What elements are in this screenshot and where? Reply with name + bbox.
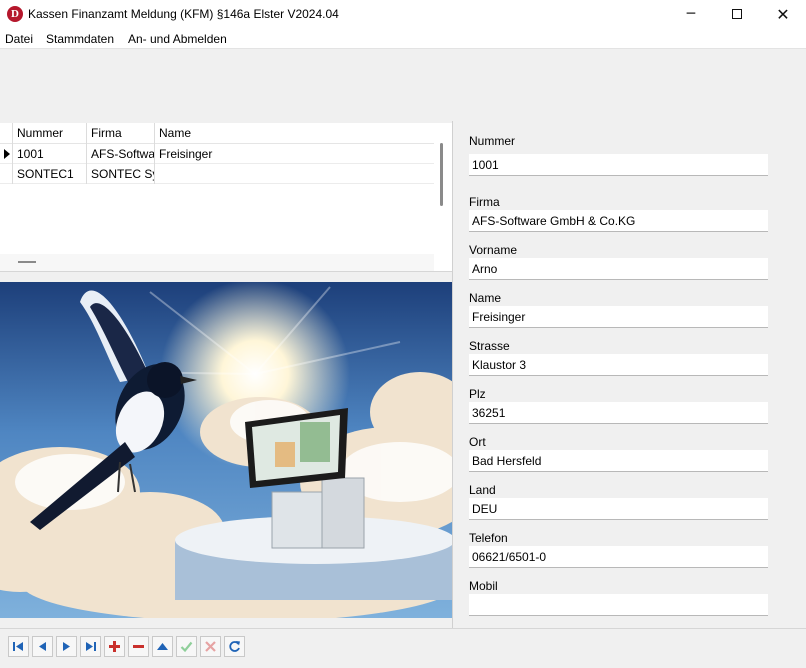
grid-vertical-scrollbar[interactable] <box>440 143 443 206</box>
row-indicator-cell <box>0 164 12 184</box>
window-title: Kassen Finanzamt Meldung (KFM) §146a Els… <box>28 7 339 21</box>
title-bar: D Kassen Finanzamt Meldung (KFM) §146a E… <box>0 0 806 28</box>
grid-header: Nummer Firma Name <box>0 123 434 144</box>
minimize-icon: ─ <box>686 6 696 22</box>
minimize-button[interactable]: ─ <box>668 0 714 28</box>
plz-field[interactable] <box>469 402 768 424</box>
row-indicator-cell <box>0 144 12 164</box>
customer-grid[interactable]: Nummer Firma Name 1001 AFS-Software GmbH… <box>0 123 452 271</box>
firma-field[interactable] <box>469 210 768 232</box>
magpie-pos-illustration <box>0 282 452 618</box>
prior-record-button[interactable] <box>32 636 53 657</box>
cell-nummer[interactable]: 1001 <box>12 144 86 164</box>
cell-name[interactable]: Freisinger <box>154 144 434 164</box>
label-mobil: Mobil <box>469 579 498 593</box>
post-record-button[interactable] <box>176 636 197 657</box>
grid-bottom-area <box>0 254 434 271</box>
next-record-button[interactable] <box>56 636 77 657</box>
column-header-nummer[interactable]: Nummer <box>12 123 86 144</box>
panel-splitter[interactable] <box>0 271 452 282</box>
label-nummer: Nummer <box>469 134 516 148</box>
last-record-icon <box>86 642 96 651</box>
ort-field[interactable] <box>469 450 768 472</box>
label-name: Name <box>469 291 502 305</box>
nummer-field[interactable] <box>469 154 768 176</box>
refresh-button[interactable] <box>224 636 245 657</box>
vorname-field[interactable] <box>469 258 768 280</box>
table-row[interactable]: SONTEC1 SONTEC Systems <box>0 164 434 184</box>
label-ort: Ort <box>469 435 486 449</box>
first-record-icon <box>13 642 23 651</box>
column-header-name[interactable]: Name <box>154 123 434 144</box>
cell-firma[interactable]: SONTEC Systems <box>86 164 154 184</box>
first-record-button[interactable] <box>8 636 29 657</box>
menu-an-und-abmelden[interactable]: An- und Abmelden <box>128 32 227 46</box>
illustration-image <box>0 282 452 618</box>
cancel-edit-button[interactable] <box>200 636 221 657</box>
label-firma: Firma <box>469 195 500 209</box>
current-row-arrow-icon <box>4 149 10 159</box>
telefon-field[interactable] <box>469 546 768 568</box>
next-record-icon <box>63 642 70 651</box>
indicator-column-header <box>0 123 12 144</box>
edit-record-icon <box>157 643 168 650</box>
menu-stammdaten[interactable]: Stammdaten <box>46 32 114 46</box>
maximize-icon <box>732 9 742 19</box>
refresh-icon <box>229 641 240 652</box>
label-land: Land <box>469 483 496 497</box>
cell-nummer[interactable]: SONTEC1 <box>12 164 86 184</box>
insert-record-icon <box>109 641 120 652</box>
toolbar-area <box>0 48 806 120</box>
app-logo-icon: D <box>7 6 23 22</box>
strasse-field[interactable] <box>469 354 768 376</box>
column-header-firma[interactable]: Firma <box>86 123 154 144</box>
edit-record-button[interactable] <box>152 636 173 657</box>
insert-record-button[interactable] <box>104 636 125 657</box>
cell-firma[interactable]: AFS-Software GmbH & Co.KG <box>86 144 154 164</box>
table-row[interactable]: 1001 AFS-Software GmbH & Co.KG Freisinge… <box>0 144 434 164</box>
cell-name[interactable] <box>154 164 434 184</box>
label-vorname: Vorname <box>469 243 518 257</box>
post-record-icon <box>180 641 193 653</box>
last-record-button[interactable] <box>80 636 101 657</box>
delete-record-icon <box>133 645 144 648</box>
maximize-button[interactable] <box>714 0 760 28</box>
detail-form: Nummer Firma Vorname Name Strasse Plz Or… <box>453 121 806 628</box>
grid-horizontal-scrollbar[interactable] <box>18 261 36 263</box>
menu-bar: Datei Stammdaten An- und Abmelden <box>0 28 806 48</box>
mobil-field[interactable] <box>469 594 768 616</box>
label-strasse: Strasse <box>469 339 510 353</box>
label-telefon: Telefon <box>469 531 508 545</box>
close-button[interactable]: ✕ <box>760 0 806 28</box>
close-icon: ✕ <box>776 4 790 24</box>
land-field[interactable] <box>469 498 768 520</box>
prior-record-icon <box>39 642 46 651</box>
delete-record-button[interactable] <box>128 636 149 657</box>
name-field[interactable] <box>469 306 768 328</box>
cancel-edit-icon <box>205 641 216 652</box>
record-navigator <box>0 628 806 668</box>
menu-datei[interactable]: Datei <box>5 32 33 46</box>
label-plz: Plz <box>469 387 486 401</box>
